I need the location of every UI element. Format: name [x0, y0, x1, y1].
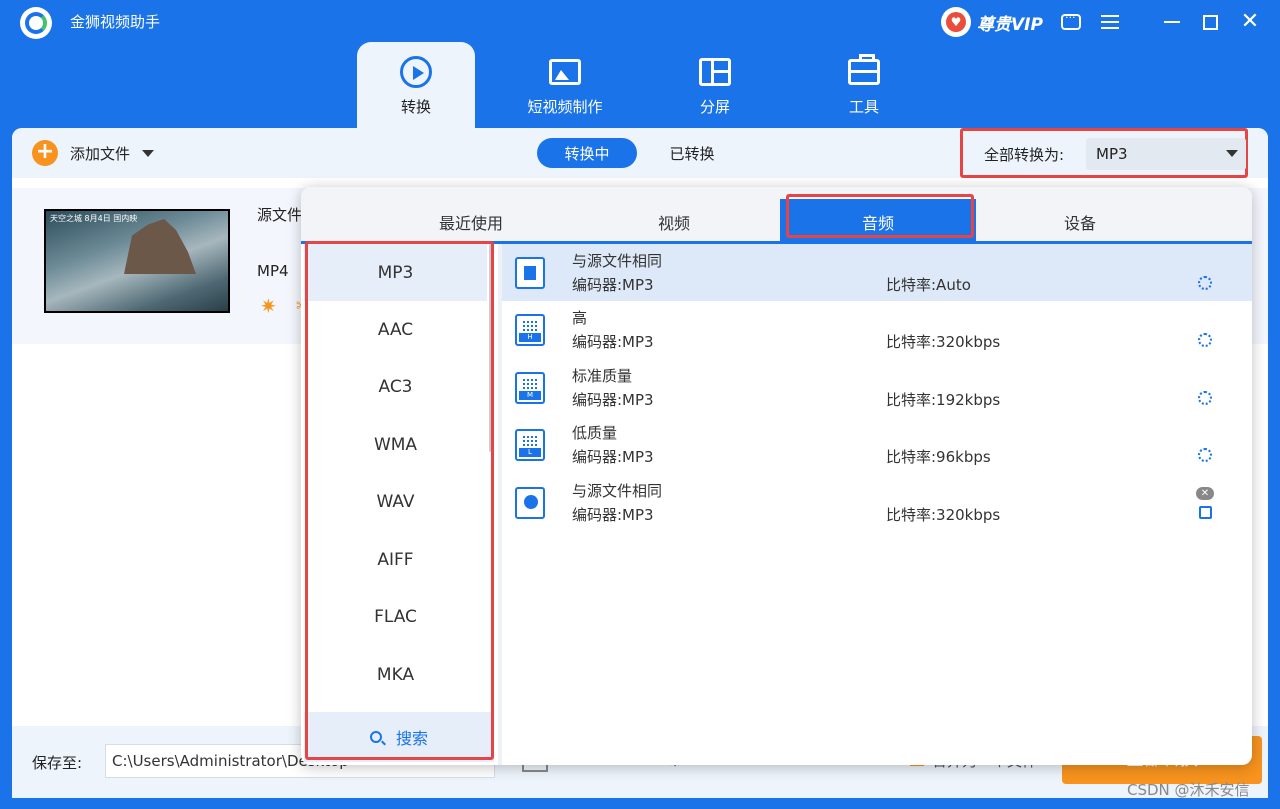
preset-row[interactable]: 与源文件相同 编码器:MP3 比特率:Auto	[502, 244, 1252, 301]
chevron-down-icon	[1226, 150, 1238, 157]
format-list-highlight	[305, 241, 494, 760]
add-file-label: 添加文件	[70, 144, 131, 163]
preset-bitrate: 比特率:320kbps	[886, 506, 1001, 524]
app-logo-icon	[20, 7, 52, 39]
preset-bitrate: 比特率:320kbps	[886, 333, 1001, 351]
preset-name: 与源文件相同	[572, 252, 663, 270]
preset-encoder: 编码器:MP3	[572, 391, 654, 409]
tab-converting[interactable]: 转换中	[537, 138, 637, 168]
vip-heart-icon: ♥	[941, 7, 971, 37]
tab-converted[interactable]: 已转换	[652, 138, 732, 168]
chevron-down-icon[interactable]	[142, 149, 155, 157]
preset-row[interactable]: M 标准质量 编码器:MP3 比特率:192kbps	[502, 359, 1252, 416]
preset-row[interactable]: L 低质量 编码器:MP3 比特率:96kbps	[502, 416, 1252, 473]
tab-tools[interactable]: 工具	[805, 42, 923, 130]
save-to-label: 保存至:	[32, 754, 83, 772]
tab-label: 分屏	[699, 98, 730, 116]
effect-icon[interactable]: ✷	[260, 294, 277, 318]
minimize-icon[interactable]	[1160, 10, 1184, 34]
vip-badge[interactable]: ♥ 尊贵VIP	[941, 7, 1043, 37]
app-title: 金狮视频助手	[70, 13, 161, 31]
gear-icon[interactable]	[1198, 391, 1212, 405]
chat-icon[interactable]	[1059, 10, 1083, 34]
preset-encoder: 编码器:MP3	[572, 448, 654, 466]
convert-icon	[398, 54, 434, 90]
gear-icon[interactable]	[1198, 276, 1212, 290]
tab-label: 工具	[848, 98, 879, 116]
source-format: MP4	[257, 262, 289, 280]
source-file-label: 源文件	[257, 206, 303, 224]
convert-all-label: 全部转换为:	[984, 146, 1065, 164]
app-window: 金狮视频助手 ♥ 尊贵VIP ✕ 转换 短视频制作 分屏 工具 + 添加文件	[0, 0, 1280, 809]
convert-all-value: MP3	[1096, 145, 1128, 163]
vip-label: 尊贵VIP	[977, 14, 1043, 35]
tab-video[interactable]: 视频	[574, 199, 774, 244]
quality-medium-icon: M	[515, 372, 545, 404]
tab-label: 短视频制作	[527, 98, 603, 116]
tab-recent[interactable]: 最近使用	[371, 199, 571, 244]
preset-name: 与源文件相同	[572, 482, 663, 500]
split-screen-icon	[697, 54, 733, 90]
tab-short-video[interactable]: 短视频制作	[506, 42, 624, 130]
quality-high-icon: H	[515, 314, 545, 346]
tv-icon	[547, 54, 583, 90]
add-file-button[interactable]: + 添加文件	[32, 140, 155, 166]
custom-user-icon	[515, 487, 545, 519]
preset-encoder: 编码器:MP3	[572, 276, 654, 294]
menu-icon[interactable]	[1098, 10, 1122, 34]
preset-bitrate: 比特率:Auto	[886, 276, 971, 294]
close-icon[interactable]: ✕	[1238, 10, 1262, 34]
tab-split-screen[interactable]: 分屏	[656, 42, 774, 130]
same-as-source-icon	[515, 257, 545, 289]
gear-icon[interactable]	[1198, 333, 1212, 347]
watermark: CSDN @沐禾安信	[1127, 781, 1250, 799]
plus-icon: +	[32, 140, 58, 166]
preset-bitrate: 比特率:192kbps	[886, 391, 1001, 409]
preset-row[interactable]: 与源文件相同 编码器:MP3 比特率:320kbps ✕	[502, 474, 1252, 531]
preset-encoder: 编码器:MP3	[572, 506, 654, 524]
preset-encoder: 编码器:MP3	[572, 333, 654, 351]
audio-tab-highlight	[786, 194, 974, 238]
maximize-icon[interactable]	[1198, 10, 1222, 34]
preset-row[interactable]: H 高 编码器:MP3 比特率:320kbps	[502, 301, 1252, 358]
edit-icon[interactable]	[1199, 506, 1212, 519]
gear-icon[interactable]	[1198, 448, 1212, 462]
delete-icon[interactable]: ✕	[1196, 487, 1214, 500]
thumbnail-caption: 天空之城 8月4日 国内映	[50, 214, 138, 223]
tab-label: 转换	[400, 98, 431, 116]
tab-device[interactable]: 设备	[980, 199, 1180, 244]
video-thumbnail[interactable]: 天空之城 8月4日 国内映	[44, 209, 230, 313]
format-popup: 最近使用 视频 音频 设备 MP3 AAC AC3 WMA WAV AIFF F…	[301, 187, 1252, 765]
preset-name: 标准质量	[572, 367, 633, 385]
tab-convert[interactable]: 转换	[357, 42, 475, 130]
toolbar: + 添加文件 转换中 已转换 全部转换为: MP3	[12, 128, 1268, 178]
preset-bitrate: 比特率:96kbps	[886, 448, 991, 466]
format-tabs: 最近使用 视频 音频 设备	[301, 187, 1252, 244]
quality-low-icon: L	[515, 429, 545, 461]
preset-name: 低质量	[572, 424, 618, 442]
title-bar: 金狮视频助手 ♥ 尊贵VIP ✕	[0, 0, 1280, 44]
toolbox-icon	[846, 54, 882, 90]
convert-all-select[interactable]: MP3	[1086, 138, 1246, 170]
preset-name: 高	[572, 309, 588, 327]
